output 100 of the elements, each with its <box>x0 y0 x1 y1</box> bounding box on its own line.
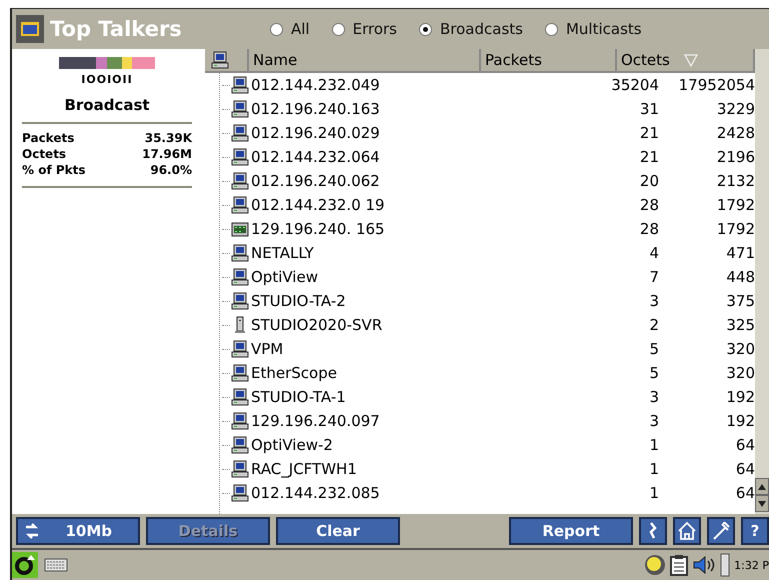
computer-icon <box>231 412 249 430</box>
swap-arrows-icon <box>24 522 40 540</box>
speaker-icon[interactable] <box>692 555 716 575</box>
bit-pattern: IOOIOII <box>81 73 133 86</box>
host-name[interactable]: EtherScope <box>249 364 481 382</box>
octets-cell-text: 2196 <box>716 148 755 166</box>
host-name[interactable]: 012.196.240.163 <box>249 100 481 118</box>
octets-cell-text: 375 <box>725 292 755 310</box>
host-name[interactable]: 012.196.240.062 <box>249 172 481 190</box>
speed-button[interactable]: 10Mb <box>16 517 140 545</box>
packets-cell-text: 3 <box>648 412 659 430</box>
radio-label[interactable]: All <box>291 20 310 38</box>
help-button[interactable]: ? <box>741 517 769 545</box>
host-name[interactable]: 012.144.232.049 <box>249 76 481 94</box>
radio-label[interactable]: Multicasts <box>566 20 642 38</box>
octets-cell-text: 64 <box>734 460 755 478</box>
packets-cell-text: 5 <box>648 340 659 358</box>
radio-button[interactable] <box>544 22 558 36</box>
packets-cell-text: 35204 <box>610 76 659 94</box>
down-arrow-icon[interactable] <box>758 500 766 506</box>
stat-label: Octets <box>22 146 66 162</box>
host-name[interactable]: 012.144.232.085 <box>249 484 481 502</box>
packets-cell-text: 21 <box>638 124 659 142</box>
host-name[interactable]: 012.196.240.029 <box>249 124 481 142</box>
radio-button[interactable] <box>419 22 432 36</box>
packets-cell-text: 28 <box>638 220 659 238</box>
host-name[interactable]: 012.144.232.0 19 <box>249 196 481 214</box>
action-button[interactable]: Report <box>509 517 633 545</box>
octets-cell-text: 64 <box>734 484 755 502</box>
computer-icon <box>231 244 249 262</box>
host-name[interactable]: RAC_JCFTWH1 <box>249 460 481 478</box>
octets-cell-text: 1792 <box>716 196 755 214</box>
packets-cell-text: 7 <box>648 268 659 286</box>
packets-cell-text: 28 <box>638 196 659 214</box>
home-icon <box>677 521 697 541</box>
packets-cell-text: 20 <box>638 172 659 190</box>
radio-label[interactable]: Broadcasts <box>440 20 523 38</box>
packets-cell-text: 2 <box>648 316 659 334</box>
up-arrow-icon[interactable] <box>758 484 766 490</box>
host-name[interactable]: 129.196.240.097 <box>249 412 481 430</box>
clipboard-icon[interactable] <box>670 554 688 576</box>
column-header[interactable]: Packets <box>481 49 617 71</box>
computer-icon <box>231 268 249 286</box>
hammer-button[interactable] <box>707 517 735 545</box>
host-name[interactable]: STUDIO2020-SVR <box>249 316 481 334</box>
switch-icon <box>231 220 249 238</box>
computer-icon <box>231 388 249 406</box>
sort-icon <box>684 53 698 67</box>
computer-icon <box>231 436 249 454</box>
stat-value: 17.96M <box>142 146 192 162</box>
computer-icon <box>211 51 229 69</box>
radio-label[interactable]: Errors <box>352 20 397 38</box>
computer-icon <box>231 196 249 214</box>
window-title: Top Talkers <box>50 17 183 41</box>
start-icon[interactable] <box>12 552 38 578</box>
octets-cell-text: 2428 <box>716 124 755 142</box>
computer-icon <box>231 364 249 382</box>
computer-icon <box>231 340 249 358</box>
host-name[interactable]: 129.196.240. 165 <box>249 220 481 238</box>
computer-icon <box>231 484 249 502</box>
octets-cell-text: 64 <box>734 436 755 454</box>
clock[interactable]: 1:32 P <box>734 558 769 572</box>
stat-value: 35.39K <box>144 130 192 146</box>
back-button[interactable] <box>639 517 667 545</box>
octets-cell-text: 2132 <box>716 172 755 190</box>
host-name[interactable]: VPM <box>249 340 481 358</box>
column-header[interactable]: Name <box>249 49 481 71</box>
computer-icon <box>231 100 249 118</box>
host-name[interactable]: STUDIO-TA-2 <box>249 292 481 310</box>
packets-cell-text: 31 <box>638 100 659 118</box>
packets-cell-text: 1 <box>648 436 659 454</box>
window-icon[interactable] <box>16 15 44 43</box>
action-button[interactable]: Clear <box>276 517 400 545</box>
octets-cell-text: 448 <box>725 268 755 286</box>
host-name[interactable]: NETALLY <box>249 244 481 262</box>
battery-icon[interactable] <box>720 553 730 577</box>
host-name[interactable]: STUDIO-TA-1 <box>249 388 481 406</box>
host-name[interactable]: OptiView <box>249 268 481 286</box>
computer-icon <box>231 124 249 142</box>
octets-cell-text: 1792 <box>716 220 755 238</box>
computer-icon <box>231 460 249 478</box>
keyboard-icon[interactable] <box>44 557 68 573</box>
octets-cell-text: 320 <box>725 364 755 382</box>
stat-label: Packets <box>22 130 74 146</box>
radio-button[interactable] <box>332 22 345 36</box>
host-name[interactable]: OptiView-2 <box>249 436 481 454</box>
octets-cell-text: 471 <box>725 244 755 262</box>
packets-cell-text: 21 <box>638 148 659 166</box>
home-button[interactable] <box>673 517 701 545</box>
octets-cell-text: 192 <box>725 412 755 430</box>
scrollbar[interactable] <box>755 49 769 514</box>
computer-icon <box>231 148 249 166</box>
computer-icon <box>231 172 249 190</box>
radio-button[interactable] <box>270 22 283 36</box>
status-circle-icon[interactable] <box>644 554 666 576</box>
octets-cell-text: 3229 <box>716 100 755 118</box>
computer-icon <box>231 76 249 94</box>
back-icon <box>647 521 659 541</box>
octets-cell-text: 320 <box>725 340 755 358</box>
host-name[interactable]: 012.144.232.064 <box>249 148 481 166</box>
